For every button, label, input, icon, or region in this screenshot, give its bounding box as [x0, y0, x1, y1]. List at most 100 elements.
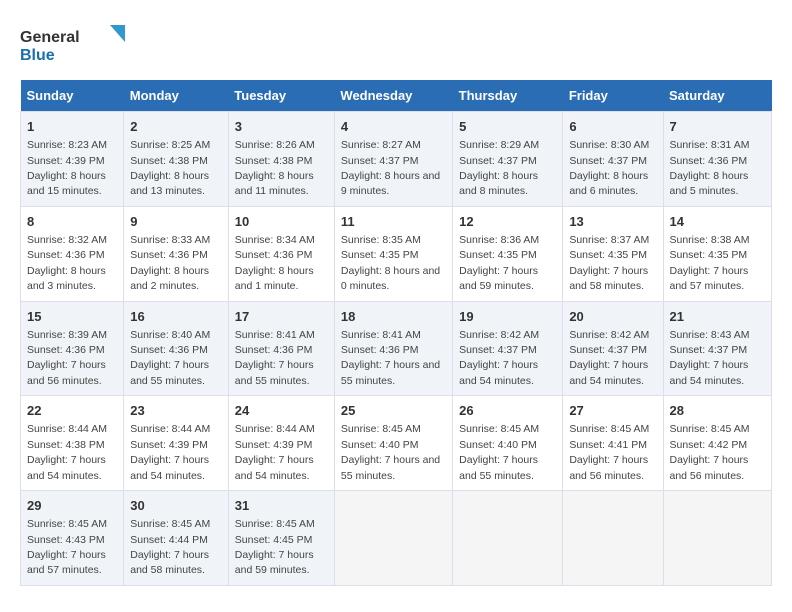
calendar-cell: 29 Sunrise: 8:45 AMSunset: 4:43 PMDaylig…: [21, 491, 124, 586]
day-info: Sunrise: 8:31 AMSunset: 4:36 PMDaylight:…: [670, 139, 750, 197]
logo-svg: General Blue: [20, 20, 130, 70]
calendar-cell: [334, 491, 452, 586]
day-info: Sunrise: 8:43 AMSunset: 4:37 PMDaylight:…: [670, 329, 750, 387]
header-monday: Monday: [124, 80, 229, 112]
calendar-cell: 26 Sunrise: 8:45 AMSunset: 4:40 PMDaylig…: [453, 396, 563, 491]
day-number: 9: [130, 213, 222, 231]
calendar-cell: 17 Sunrise: 8:41 AMSunset: 4:36 PMDaylig…: [228, 301, 334, 396]
calendar-cell: 10 Sunrise: 8:34 AMSunset: 4:36 PMDaylig…: [228, 206, 334, 301]
calendar-cell: 18 Sunrise: 8:41 AMSunset: 4:36 PMDaylig…: [334, 301, 452, 396]
calendar-cell: 13 Sunrise: 8:37 AMSunset: 4:35 PMDaylig…: [563, 206, 663, 301]
day-info: Sunrise: 8:45 AMSunset: 4:43 PMDaylight:…: [27, 518, 107, 576]
day-info: Sunrise: 8:34 AMSunset: 4:36 PMDaylight:…: [235, 234, 315, 292]
day-info: Sunrise: 8:45 AMSunset: 4:40 PMDaylight:…: [341, 423, 440, 481]
day-number: 14: [670, 213, 766, 231]
day-number: 17: [235, 308, 328, 326]
calendar-cell: 16 Sunrise: 8:40 AMSunset: 4:36 PMDaylig…: [124, 301, 229, 396]
day-number: 11: [341, 213, 446, 231]
day-number: 7: [670, 118, 766, 136]
calendar-cell: 8 Sunrise: 8:32 AMSunset: 4:36 PMDayligh…: [21, 206, 124, 301]
calendar-cell: 3 Sunrise: 8:26 AMSunset: 4:38 PMDayligh…: [228, 112, 334, 207]
header-sunday: Sunday: [21, 80, 124, 112]
calendar-cell: 30 Sunrise: 8:45 AMSunset: 4:44 PMDaylig…: [124, 491, 229, 586]
calendar-cell: 4 Sunrise: 8:27 AMSunset: 4:37 PMDayligh…: [334, 112, 452, 207]
svg-text:Blue: Blue: [20, 47, 55, 64]
day-number: 31: [235, 497, 328, 515]
calendar-cell: 28 Sunrise: 8:45 AMSunset: 4:42 PMDaylig…: [663, 396, 772, 491]
day-info: Sunrise: 8:25 AMSunset: 4:38 PMDaylight:…: [130, 139, 210, 197]
day-info: Sunrise: 8:33 AMSunset: 4:36 PMDaylight:…: [130, 234, 210, 292]
header-saturday: Saturday: [663, 80, 772, 112]
calendar-cell: 12 Sunrise: 8:36 AMSunset: 4:35 PMDaylig…: [453, 206, 563, 301]
day-number: 5: [459, 118, 556, 136]
logo-container: General Blue: [20, 20, 130, 70]
day-info: Sunrise: 8:42 AMSunset: 4:37 PMDaylight:…: [459, 329, 539, 387]
header-friday: Friday: [563, 80, 663, 112]
day-number: 29: [27, 497, 117, 515]
day-info: Sunrise: 8:39 AMSunset: 4:36 PMDaylight:…: [27, 329, 107, 387]
day-number: 20: [569, 308, 656, 326]
calendar-cell: 15 Sunrise: 8:39 AMSunset: 4:36 PMDaylig…: [21, 301, 124, 396]
day-info: Sunrise: 8:44 AMSunset: 4:38 PMDaylight:…: [27, 423, 107, 481]
calendar-cell: 14 Sunrise: 8:38 AMSunset: 4:35 PMDaylig…: [663, 206, 772, 301]
calendar-cell: 23 Sunrise: 8:44 AMSunset: 4:39 PMDaylig…: [124, 396, 229, 491]
day-number: 13: [569, 213, 656, 231]
calendar-week-row: 8 Sunrise: 8:32 AMSunset: 4:36 PMDayligh…: [21, 206, 772, 301]
calendar-cell: [663, 491, 772, 586]
calendar-cell: 31 Sunrise: 8:45 AMSunset: 4:45 PMDaylig…: [228, 491, 334, 586]
day-number: 26: [459, 402, 556, 420]
day-number: 16: [130, 308, 222, 326]
day-info: Sunrise: 8:42 AMSunset: 4:37 PMDaylight:…: [569, 329, 649, 387]
day-number: 24: [235, 402, 328, 420]
calendar-cell: 1 Sunrise: 8:23 AMSunset: 4:39 PMDayligh…: [21, 112, 124, 207]
day-info: Sunrise: 8:45 AMSunset: 4:45 PMDaylight:…: [235, 518, 315, 576]
day-number: 28: [670, 402, 766, 420]
calendar-cell: 5 Sunrise: 8:29 AMSunset: 4:37 PMDayligh…: [453, 112, 563, 207]
calendar-cell: 25 Sunrise: 8:45 AMSunset: 4:40 PMDaylig…: [334, 396, 452, 491]
day-info: Sunrise: 8:27 AMSunset: 4:37 PMDaylight:…: [341, 139, 440, 197]
day-info: Sunrise: 8:40 AMSunset: 4:36 PMDaylight:…: [130, 329, 210, 387]
calendar-week-row: 15 Sunrise: 8:39 AMSunset: 4:36 PMDaylig…: [21, 301, 772, 396]
day-info: Sunrise: 8:37 AMSunset: 4:35 PMDaylight:…: [569, 234, 649, 292]
day-info: Sunrise: 8:23 AMSunset: 4:39 PMDaylight:…: [27, 139, 107, 197]
calendar-cell: 22 Sunrise: 8:44 AMSunset: 4:38 PMDaylig…: [21, 396, 124, 491]
svg-text:General: General: [20, 29, 80, 46]
day-info: Sunrise: 8:41 AMSunset: 4:36 PMDaylight:…: [235, 329, 315, 387]
calendar-week-row: 1 Sunrise: 8:23 AMSunset: 4:39 PMDayligh…: [21, 112, 772, 207]
day-info: Sunrise: 8:45 AMSunset: 4:40 PMDaylight:…: [459, 423, 539, 481]
day-number: 27: [569, 402, 656, 420]
day-info: Sunrise: 8:45 AMSunset: 4:44 PMDaylight:…: [130, 518, 210, 576]
day-number: 18: [341, 308, 446, 326]
day-info: Sunrise: 8:38 AMSunset: 4:35 PMDaylight:…: [670, 234, 750, 292]
day-number: 1: [27, 118, 117, 136]
calendar-cell: 27 Sunrise: 8:45 AMSunset: 4:41 PMDaylig…: [563, 396, 663, 491]
calendar-cell: 20 Sunrise: 8:42 AMSunset: 4:37 PMDaylig…: [563, 301, 663, 396]
day-number: 3: [235, 118, 328, 136]
day-info: Sunrise: 8:45 AMSunset: 4:41 PMDaylight:…: [569, 423, 649, 481]
day-info: Sunrise: 8:36 AMSunset: 4:35 PMDaylight:…: [459, 234, 539, 292]
day-number: 23: [130, 402, 222, 420]
calendar-cell: 21 Sunrise: 8:43 AMSunset: 4:37 PMDaylig…: [663, 301, 772, 396]
day-info: Sunrise: 8:29 AMSunset: 4:37 PMDaylight:…: [459, 139, 539, 197]
header-thursday: Thursday: [453, 80, 563, 112]
calendar-cell: 19 Sunrise: 8:42 AMSunset: 4:37 PMDaylig…: [453, 301, 563, 396]
day-number: 4: [341, 118, 446, 136]
calendar-week-row: 29 Sunrise: 8:45 AMSunset: 4:43 PMDaylig…: [21, 491, 772, 586]
calendar-cell: 9 Sunrise: 8:33 AMSunset: 4:36 PMDayligh…: [124, 206, 229, 301]
day-number: 8: [27, 213, 117, 231]
calendar-cell: 7 Sunrise: 8:31 AMSunset: 4:36 PMDayligh…: [663, 112, 772, 207]
day-number: 22: [27, 402, 117, 420]
day-number: 6: [569, 118, 656, 136]
calendar-header-row: SundayMondayTuesdayWednesdayThursdayFrid…: [21, 80, 772, 112]
header-tuesday: Tuesday: [228, 80, 334, 112]
day-number: 15: [27, 308, 117, 326]
calendar-cell: 6 Sunrise: 8:30 AMSunset: 4:37 PMDayligh…: [563, 112, 663, 207]
day-info: Sunrise: 8:32 AMSunset: 4:36 PMDaylight:…: [27, 234, 107, 292]
calendar-cell: 2 Sunrise: 8:25 AMSunset: 4:38 PMDayligh…: [124, 112, 229, 207]
day-info: Sunrise: 8:30 AMSunset: 4:37 PMDaylight:…: [569, 139, 649, 197]
day-number: 21: [670, 308, 766, 326]
day-info: Sunrise: 8:45 AMSunset: 4:42 PMDaylight:…: [670, 423, 750, 481]
day-number: 10: [235, 213, 328, 231]
header-wednesday: Wednesday: [334, 80, 452, 112]
calendar-cell: 11 Sunrise: 8:35 AMSunset: 4:35 PMDaylig…: [334, 206, 452, 301]
